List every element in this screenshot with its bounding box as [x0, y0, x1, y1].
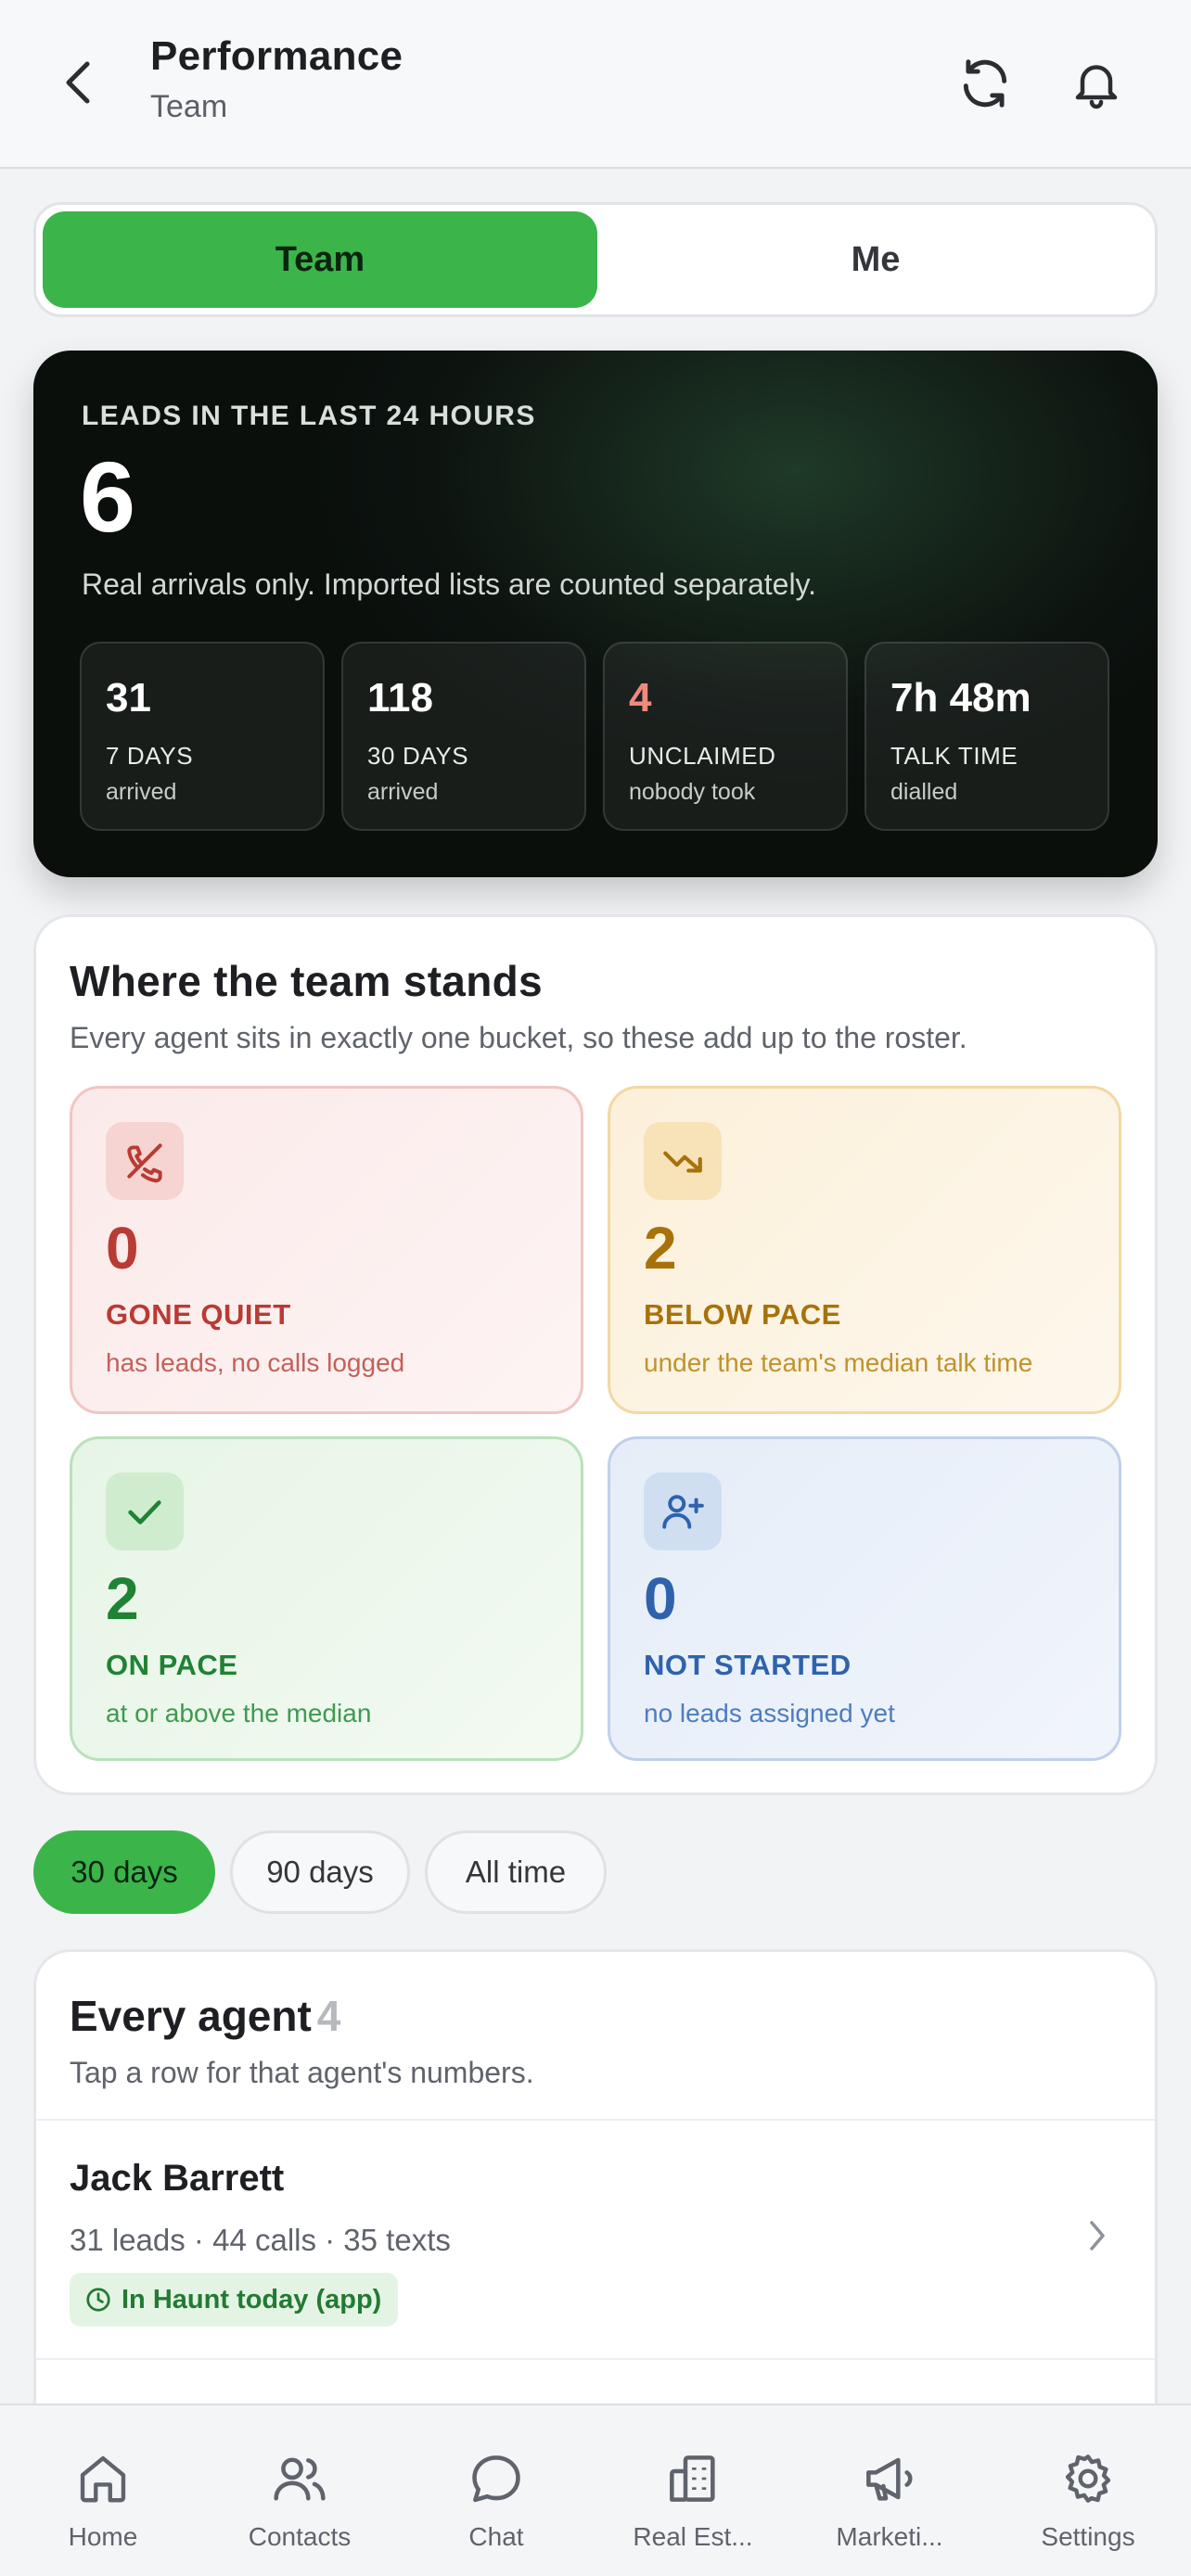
tab-settings[interactable]: Settings	[989, 2405, 1187, 2576]
stat-sublabel: arrived	[367, 779, 439, 805]
stat-label: UNCLAIMED	[629, 742, 776, 770]
page-subtitle: Team	[150, 89, 228, 124]
status-badge-text: In Haunt today (app)	[122, 2284, 382, 2315]
tab-marketing[interactable]: Marketi...	[790, 2405, 989, 2576]
stat-7-days: 31 7 DAYS arrived	[80, 642, 325, 831]
stat-value: 31	[106, 675, 151, 721]
page-title: Performance	[150, 33, 403, 79]
stat-talk-time: 7h 48m TALK TIME dialled	[864, 642, 1109, 831]
tab-label: Settings	[1041, 2522, 1135, 2551]
bucket-description: no leads assigned yet	[644, 1699, 895, 1728]
refresh-button[interactable]	[950, 48, 1020, 119]
agents-title-text: Every agent	[70, 1992, 312, 2040]
status-badge: In Haunt today (app)	[70, 2273, 399, 2327]
tab-label: Real Est...	[633, 2522, 753, 2551]
bucket-count: 2	[106, 1565, 139, 1632]
stat-unclaimed: 4 UNCLAIMED nobody took	[603, 642, 848, 831]
stat-sublabel: nobody took	[629, 779, 756, 805]
stat-label: 30 DAYS	[367, 742, 469, 770]
notifications-button[interactable]	[1061, 48, 1132, 119]
section-title: Where the team stands	[70, 957, 543, 1005]
chevron-right-icon	[1090, 2221, 1105, 2251]
tab-real-estate[interactable]: Real Est...	[594, 2405, 792, 2576]
app-header: Performance Team	[0, 0, 1191, 169]
clock-icon	[86, 2288, 110, 2312]
section-subtitle: Every agent sits in exactly one bucket, …	[70, 1021, 967, 1054]
back-button[interactable]	[52, 52, 104, 113]
agent-name: Jack Barrett	[70, 2158, 285, 2199]
home-icon	[70, 2446, 135, 2511]
bucket-description: has leads, no calls logged	[106, 1348, 405, 1377]
stat-value: 118	[367, 675, 433, 721]
leads-description: Real arrivals only. Imported lists are c…	[82, 567, 817, 601]
chevron-left-icon	[66, 61, 90, 104]
leads-label: LEADS IN THE LAST 24 HOURS	[82, 401, 536, 431]
tab-team[interactable]: Team	[43, 211, 597, 308]
bucket-description: under the team's median talk time	[644, 1348, 1033, 1377]
agent-row[interactable]: Jack Barrett 31 leads · 44 calls · 35 te…	[36, 2121, 1155, 2358]
filter-90-days[interactable]: 90 days	[230, 1830, 410, 1914]
leads-count: 6	[80, 440, 136, 553]
building-icon	[660, 2446, 725, 2511]
bucket-gone-quiet[interactable]: 0 GONE QUIET has leads, no calls logged	[70, 1086, 583, 1414]
stat-value: 4	[629, 675, 652, 721]
filter-all-time[interactable]: All time	[425, 1830, 607, 1914]
bell-icon	[1075, 65, 1118, 109]
megaphone-icon	[857, 2446, 922, 2511]
bucket-description: at or above the median	[106, 1699, 372, 1728]
leads-summary-card: LEADS IN THE LAST 24 HOURS 6 Real arriva…	[33, 351, 1158, 877]
chat-icon	[464, 2446, 529, 2511]
tab-contacts[interactable]: Contacts	[200, 2405, 399, 2576]
agents-subtitle: Tap a row for that agent's numbers.	[70, 2056, 534, 2089]
bucket-on-pace[interactable]: 2 ON PACE at or above the median	[70, 1436, 583, 1761]
bucket-count: 0	[106, 1215, 139, 1282]
bottom-tab-bar: Home Contacts Chat Real Est... Marketi..…	[0, 2404, 1191, 2576]
refresh-icon	[963, 59, 1007, 108]
bucket-label: ON PACE	[106, 1649, 238, 1681]
tab-label: Marketi...	[836, 2522, 943, 2551]
bucket-count: 2	[644, 1215, 677, 1282]
contacts-icon	[267, 2446, 332, 2511]
bucket-count: 0	[644, 1565, 677, 1632]
tab-label: Contacts	[248, 2522, 352, 2551]
bucket-below-pace[interactable]: 2 BELOW PACE under the team's median tal…	[608, 1086, 1121, 1414]
stat-value: 7h 48m	[890, 675, 1031, 721]
agent-stats: 31 leads · 44 calls · 35 texts	[70, 2223, 451, 2257]
gear-icon	[1056, 2446, 1121, 2511]
bucket-not-started[interactable]: 0 NOT STARTED no leads assigned yet	[608, 1436, 1121, 1761]
stat-30-days: 118 30 DAYS arrived	[341, 642, 586, 831]
tab-label: Chat	[468, 2522, 524, 2551]
stat-sublabel: dialled	[890, 779, 958, 805]
agents-title: Every agent 4	[70, 1991, 340, 2041]
stat-label: 7 DAYS	[106, 742, 194, 770]
phone-off-icon	[106, 1122, 184, 1200]
divider	[36, 2358, 1155, 2360]
tab-me[interactable]: Me	[604, 211, 1147, 308]
trending-down-icon	[644, 1122, 722, 1200]
bucket-label: GONE QUIET	[106, 1298, 291, 1331]
team-buckets-card: Where the team stands Every agent sits i…	[33, 914, 1158, 1795]
team-me-toggle: Team Me	[33, 202, 1158, 317]
stat-sublabel: arrived	[106, 779, 177, 805]
tab-chat[interactable]: Chat	[397, 2405, 596, 2576]
bucket-label: NOT STARTED	[644, 1649, 852, 1681]
stat-label: TALK TIME	[890, 742, 1018, 770]
tab-label: Home	[68, 2522, 138, 2551]
bucket-label: BELOW PACE	[644, 1298, 841, 1331]
check-icon	[106, 1473, 184, 1550]
tab-home[interactable]: Home	[4, 2405, 202, 2576]
user-plus-icon	[644, 1473, 722, 1550]
filter-30-days[interactable]: 30 days	[33, 1830, 215, 1914]
agents-count: 4	[316, 1992, 341, 2040]
